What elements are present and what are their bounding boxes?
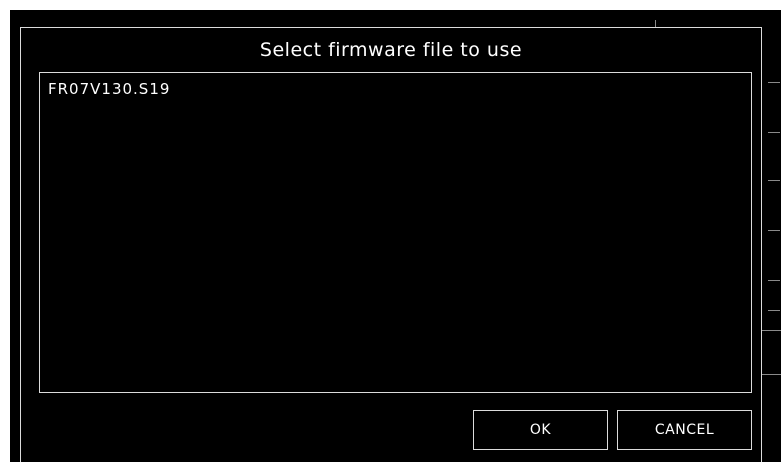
firmware-select-dialog: Select firmware file to use FR07V130.S19… [20,27,762,462]
ok-button[interactable]: OK [473,410,608,450]
tab-separator [768,230,780,231]
file-list-item[interactable]: FR07V130.S19 [48,80,170,98]
cancel-button[interactable]: CANCEL [617,410,752,450]
tab-separator [768,82,780,83]
tab-separator [768,180,780,181]
file-list[interactable]: FR07V130.S19 [39,72,752,393]
tab-separator [768,310,780,311]
dialog-title: Select firmware file to use [259,39,523,61]
tab-separator [768,132,780,133]
side-scroll-handle[interactable] [761,330,781,375]
tab-separator [768,280,780,281]
